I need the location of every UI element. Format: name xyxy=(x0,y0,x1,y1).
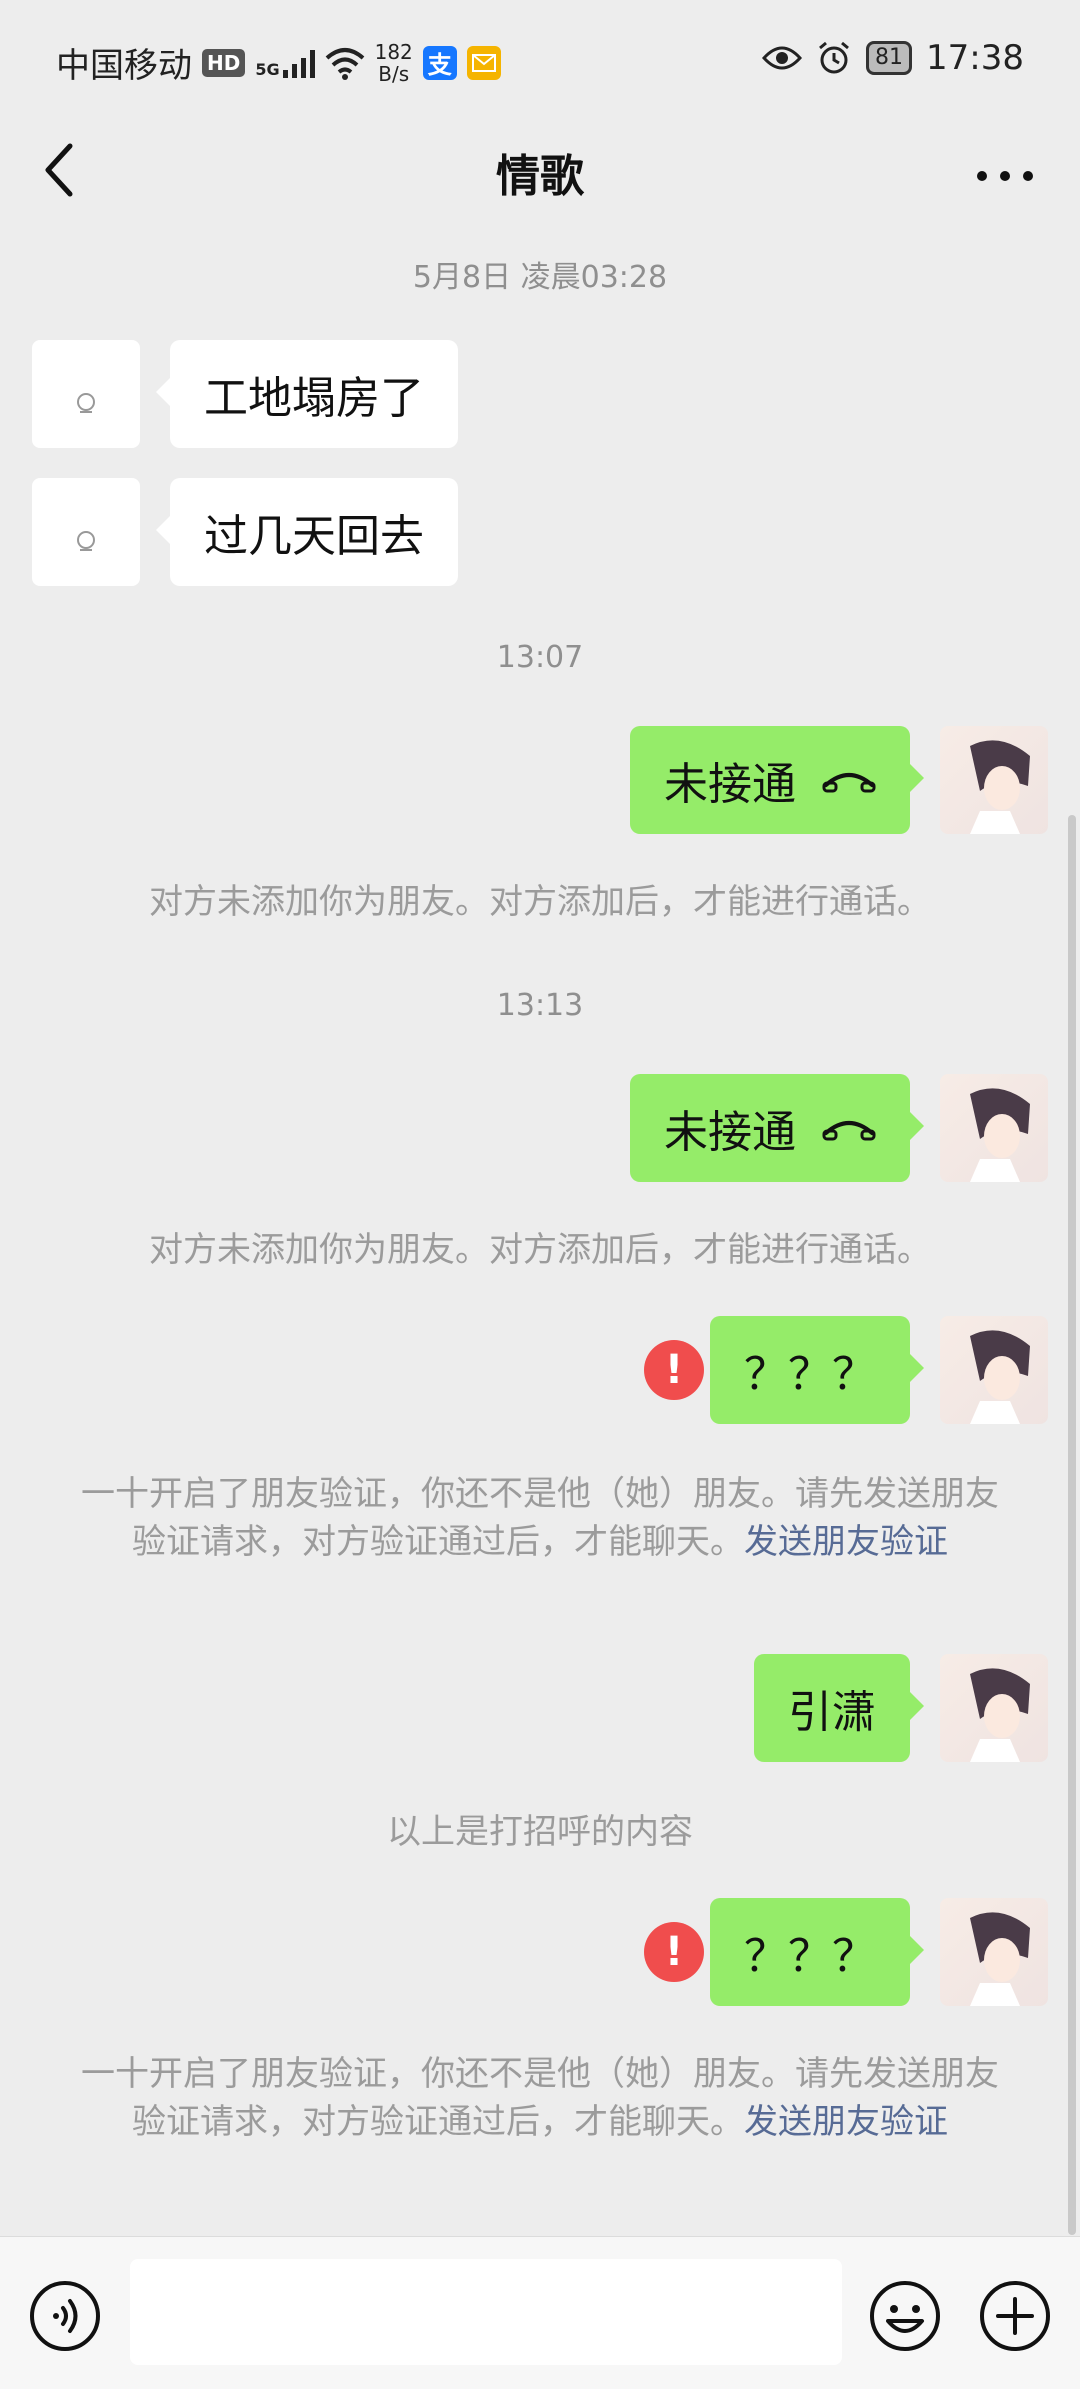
incoming-message[interactable]: 工地塌房了 xyxy=(156,340,458,448)
system-notice: 对方未添加你为朋友。对方添加后，才能进行通话。 xyxy=(149,882,931,922)
battery-indicator: 81 xyxy=(866,41,913,75)
send-verification-link[interactable]: 发送朋友验证 xyxy=(744,2102,948,2142)
network-speed: 182 B/s xyxy=(374,39,413,86)
outgoing-message[interactable]: ？？？ xyxy=(710,1316,924,1424)
my-avatar[interactable] xyxy=(940,1316,1048,1424)
timestamp: 13:07 xyxy=(496,640,584,675)
eye-icon xyxy=(762,46,803,70)
my-avatar[interactable] xyxy=(940,1654,1048,1762)
send-failed-icon[interactable]: ! xyxy=(644,1340,704,1400)
contact-avatar[interactable] xyxy=(32,340,140,448)
phone-icon xyxy=(822,773,876,793)
system-notice: 以上是打招呼的内容 xyxy=(387,1812,693,1852)
scrollbar[interactable] xyxy=(1068,815,1076,2235)
carrier-name: 中国移动 xyxy=(56,46,192,86)
missed-call-message[interactable]: 未接通 xyxy=(630,1074,924,1182)
wifi-icon xyxy=(325,47,364,80)
phone-icon xyxy=(822,1121,876,1141)
clock: 17:38 xyxy=(926,38,1024,78)
timestamp: 5月8日 凌晨03:28 xyxy=(412,260,668,295)
missed-call-message[interactable]: 未接通 xyxy=(630,726,924,834)
contact-avatar[interactable] xyxy=(32,478,140,586)
verification-notice: 一十开启了朋友验证，你还不是他（她）朋友。请先发送朋友验证请求，对方验证通过后，… xyxy=(81,1474,999,1562)
send-failed-icon[interactable]: ! xyxy=(644,1922,704,1982)
system-notice: 对方未添加你为朋友。对方添加后，才能进行通话。 xyxy=(149,1230,931,1270)
outgoing-message[interactable]: ？？？ xyxy=(710,1898,924,2006)
alarm-icon xyxy=(819,41,849,74)
outgoing-message[interactable]: 引潇 xyxy=(754,1654,924,1762)
timestamp: 13:13 xyxy=(496,988,584,1023)
verification-notice: 一十开启了朋友验证，你还不是他（她）朋友。请先发送朋友验证请求，对方验证通过后，… xyxy=(81,2054,999,2142)
voice-icon[interactable] xyxy=(28,2279,102,2353)
emoji-icon[interactable] xyxy=(868,2279,942,2353)
chat-title: 情歌 xyxy=(496,151,584,202)
incoming-message[interactable]: 过几天回去 xyxy=(156,478,458,586)
signal-icon: 5G xyxy=(255,48,315,79)
plus-icon[interactable] xyxy=(978,2279,1052,2353)
network-type: 5G xyxy=(255,59,280,79)
more-icon[interactable] xyxy=(970,140,1040,200)
my-avatar[interactable] xyxy=(940,1074,1048,1182)
call-status-label: 未接通 xyxy=(664,759,796,810)
mail-icon xyxy=(466,45,501,80)
status-bar: 中国移动 HD 5G 182 B/s 支 81 17:38 xyxy=(0,0,1080,120)
hd-badge: HD xyxy=(202,48,246,77)
my-avatar[interactable] xyxy=(940,726,1048,834)
my-avatar[interactable] xyxy=(940,1898,1048,2006)
alipay-icon: 支 xyxy=(422,45,457,80)
chat-header: 情歌 xyxy=(0,120,1080,220)
call-status-label: 未接通 xyxy=(664,1107,796,1158)
send-verification-link[interactable]: 发送朋友验证 xyxy=(744,1522,948,1562)
input-bar xyxy=(0,2236,1080,2389)
message-input[interactable] xyxy=(130,2259,842,2365)
